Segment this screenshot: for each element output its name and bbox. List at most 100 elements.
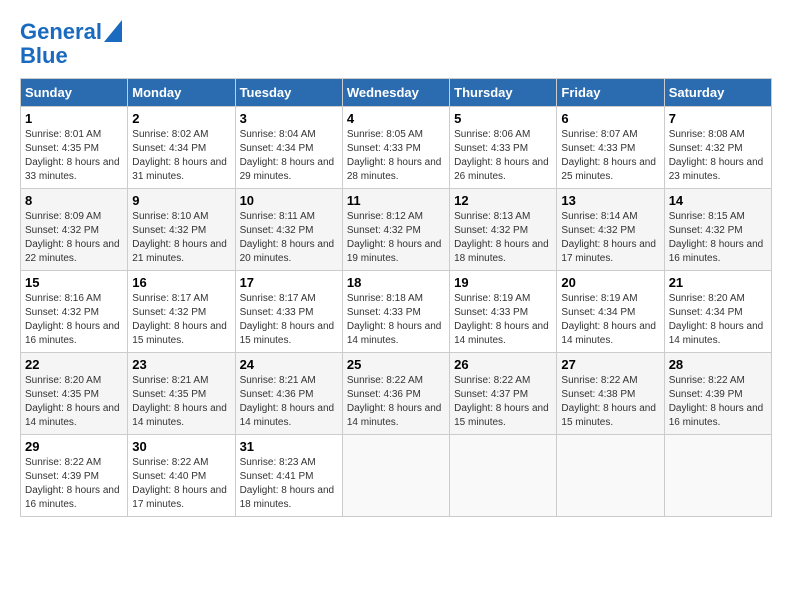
page-header: General Blue [20, 20, 772, 68]
calendar-cell: 3 Sunrise: 8:04 AM Sunset: 4:34 PM Dayli… [235, 107, 342, 189]
calendar-cell: 19 Sunrise: 8:19 AM Sunset: 4:33 PM Dayl… [450, 271, 557, 353]
day-info: Sunrise: 8:22 AM Sunset: 4:39 PM Dayligh… [25, 456, 123, 512]
day-number: 30 [132, 439, 230, 454]
day-info: Sunrise: 8:20 AM Sunset: 4:34 PM Dayligh… [669, 292, 767, 348]
day-number: 23 [132, 357, 230, 372]
day-number: 12 [454, 193, 552, 208]
calendar-cell: 16 Sunrise: 8:17 AM Sunset: 4:32 PM Dayl… [128, 271, 235, 353]
day-number: 10 [240, 193, 338, 208]
day-info: Sunrise: 8:12 AM Sunset: 4:32 PM Dayligh… [347, 210, 445, 266]
day-number: 13 [561, 193, 659, 208]
day-info: Sunrise: 8:19 AM Sunset: 4:34 PM Dayligh… [561, 292, 659, 348]
day-number: 7 [669, 111, 767, 126]
calendar-cell: 24 Sunrise: 8:21 AM Sunset: 4:36 PM Dayl… [235, 353, 342, 435]
calendar-cell: 30 Sunrise: 8:22 AM Sunset: 4:40 PM Dayl… [128, 435, 235, 517]
day-number: 19 [454, 275, 552, 290]
day-info: Sunrise: 8:08 AM Sunset: 4:32 PM Dayligh… [669, 128, 767, 184]
day-number: 3 [240, 111, 338, 126]
day-number: 16 [132, 275, 230, 290]
weekday-header: Friday [557, 79, 664, 107]
calendar-cell: 17 Sunrise: 8:17 AM Sunset: 4:33 PM Dayl… [235, 271, 342, 353]
day-number: 8 [25, 193, 123, 208]
calendar-cell: 27 Sunrise: 8:22 AM Sunset: 4:38 PM Dayl… [557, 353, 664, 435]
calendar-cell: 18 Sunrise: 8:18 AM Sunset: 4:33 PM Dayl… [342, 271, 449, 353]
calendar-cell: 14 Sunrise: 8:15 AM Sunset: 4:32 PM Dayl… [664, 189, 771, 271]
day-info: Sunrise: 8:22 AM Sunset: 4:38 PM Dayligh… [561, 374, 659, 430]
calendar-cell: 11 Sunrise: 8:12 AM Sunset: 4:32 PM Dayl… [342, 189, 449, 271]
calendar-cell: 31 Sunrise: 8:23 AM Sunset: 4:41 PM Dayl… [235, 435, 342, 517]
day-number: 5 [454, 111, 552, 126]
day-info: Sunrise: 8:21 AM Sunset: 4:36 PM Dayligh… [240, 374, 338, 430]
day-info: Sunrise: 8:06 AM Sunset: 4:33 PM Dayligh… [454, 128, 552, 184]
calendar-cell: 2 Sunrise: 8:02 AM Sunset: 4:34 PM Dayli… [128, 107, 235, 189]
weekday-header: Monday [128, 79, 235, 107]
day-number: 24 [240, 357, 338, 372]
day-number: 1 [25, 111, 123, 126]
day-info: Sunrise: 8:18 AM Sunset: 4:33 PM Dayligh… [347, 292, 445, 348]
day-number: 27 [561, 357, 659, 372]
day-number: 20 [561, 275, 659, 290]
calendar-cell: 29 Sunrise: 8:22 AM Sunset: 4:39 PM Dayl… [21, 435, 128, 517]
calendar-cell: 15 Sunrise: 8:16 AM Sunset: 4:32 PM Dayl… [21, 271, 128, 353]
day-info: Sunrise: 8:05 AM Sunset: 4:33 PM Dayligh… [347, 128, 445, 184]
day-number: 25 [347, 357, 445, 372]
calendar-cell [450, 435, 557, 517]
calendar-cell: 4 Sunrise: 8:05 AM Sunset: 4:33 PM Dayli… [342, 107, 449, 189]
day-number: 31 [240, 439, 338, 454]
day-number: 17 [240, 275, 338, 290]
day-info: Sunrise: 8:17 AM Sunset: 4:32 PM Dayligh… [132, 292, 230, 348]
day-info: Sunrise: 8:17 AM Sunset: 4:33 PM Dayligh… [240, 292, 338, 348]
calendar-table: SundayMondayTuesdayWednesdayThursdayFrid… [20, 78, 772, 517]
day-info: Sunrise: 8:01 AM Sunset: 4:35 PM Dayligh… [25, 128, 123, 184]
day-number: 4 [347, 111, 445, 126]
calendar-cell: 20 Sunrise: 8:19 AM Sunset: 4:34 PM Dayl… [557, 271, 664, 353]
day-number: 18 [347, 275, 445, 290]
calendar-cell [664, 435, 771, 517]
calendar-cell: 9 Sunrise: 8:10 AM Sunset: 4:32 PM Dayli… [128, 189, 235, 271]
calendar-cell: 13 Sunrise: 8:14 AM Sunset: 4:32 PM Dayl… [557, 189, 664, 271]
logo: General Blue [20, 20, 122, 68]
day-number: 28 [669, 357, 767, 372]
day-info: Sunrise: 8:11 AM Sunset: 4:32 PM Dayligh… [240, 210, 338, 266]
day-number: 26 [454, 357, 552, 372]
day-info: Sunrise: 8:23 AM Sunset: 4:41 PM Dayligh… [240, 456, 338, 512]
calendar-cell [557, 435, 664, 517]
day-info: Sunrise: 8:09 AM Sunset: 4:32 PM Dayligh… [25, 210, 123, 266]
day-info: Sunrise: 8:14 AM Sunset: 4:32 PM Dayligh… [561, 210, 659, 266]
weekday-header: Saturday [664, 79, 771, 107]
weekday-header: Sunday [21, 79, 128, 107]
day-number: 21 [669, 275, 767, 290]
weekday-header: Tuesday [235, 79, 342, 107]
calendar-cell: 23 Sunrise: 8:21 AM Sunset: 4:35 PM Dayl… [128, 353, 235, 435]
day-info: Sunrise: 8:21 AM Sunset: 4:35 PM Dayligh… [132, 374, 230, 430]
day-number: 9 [132, 193, 230, 208]
day-number: 6 [561, 111, 659, 126]
day-info: Sunrise: 8:13 AM Sunset: 4:32 PM Dayligh… [454, 210, 552, 266]
day-info: Sunrise: 8:04 AM Sunset: 4:34 PM Dayligh… [240, 128, 338, 184]
calendar-cell: 10 Sunrise: 8:11 AM Sunset: 4:32 PM Dayl… [235, 189, 342, 271]
day-number: 22 [25, 357, 123, 372]
day-info: Sunrise: 8:22 AM Sunset: 4:40 PM Dayligh… [132, 456, 230, 512]
day-info: Sunrise: 8:20 AM Sunset: 4:35 PM Dayligh… [25, 374, 123, 430]
day-number: 11 [347, 193, 445, 208]
calendar-cell: 25 Sunrise: 8:22 AM Sunset: 4:36 PM Dayl… [342, 353, 449, 435]
calendar-cell [342, 435, 449, 517]
day-number: 14 [669, 193, 767, 208]
calendar-cell: 21 Sunrise: 8:20 AM Sunset: 4:34 PM Dayl… [664, 271, 771, 353]
weekday-header: Wednesday [342, 79, 449, 107]
day-info: Sunrise: 8:10 AM Sunset: 4:32 PM Dayligh… [132, 210, 230, 266]
day-number: 29 [25, 439, 123, 454]
calendar-cell: 8 Sunrise: 8:09 AM Sunset: 4:32 PM Dayli… [21, 189, 128, 271]
calendar-cell: 12 Sunrise: 8:13 AM Sunset: 4:32 PM Dayl… [450, 189, 557, 271]
day-info: Sunrise: 8:02 AM Sunset: 4:34 PM Dayligh… [132, 128, 230, 184]
day-info: Sunrise: 8:22 AM Sunset: 4:39 PM Dayligh… [669, 374, 767, 430]
calendar-cell: 1 Sunrise: 8:01 AM Sunset: 4:35 PM Dayli… [21, 107, 128, 189]
day-number: 2 [132, 111, 230, 126]
day-info: Sunrise: 8:15 AM Sunset: 4:32 PM Dayligh… [669, 210, 767, 266]
day-info: Sunrise: 8:19 AM Sunset: 4:33 PM Dayligh… [454, 292, 552, 348]
day-info: Sunrise: 8:22 AM Sunset: 4:36 PM Dayligh… [347, 374, 445, 430]
calendar-cell: 26 Sunrise: 8:22 AM Sunset: 4:37 PM Dayl… [450, 353, 557, 435]
day-info: Sunrise: 8:22 AM Sunset: 4:37 PM Dayligh… [454, 374, 552, 430]
weekday-header: Thursday [450, 79, 557, 107]
day-number: 15 [25, 275, 123, 290]
